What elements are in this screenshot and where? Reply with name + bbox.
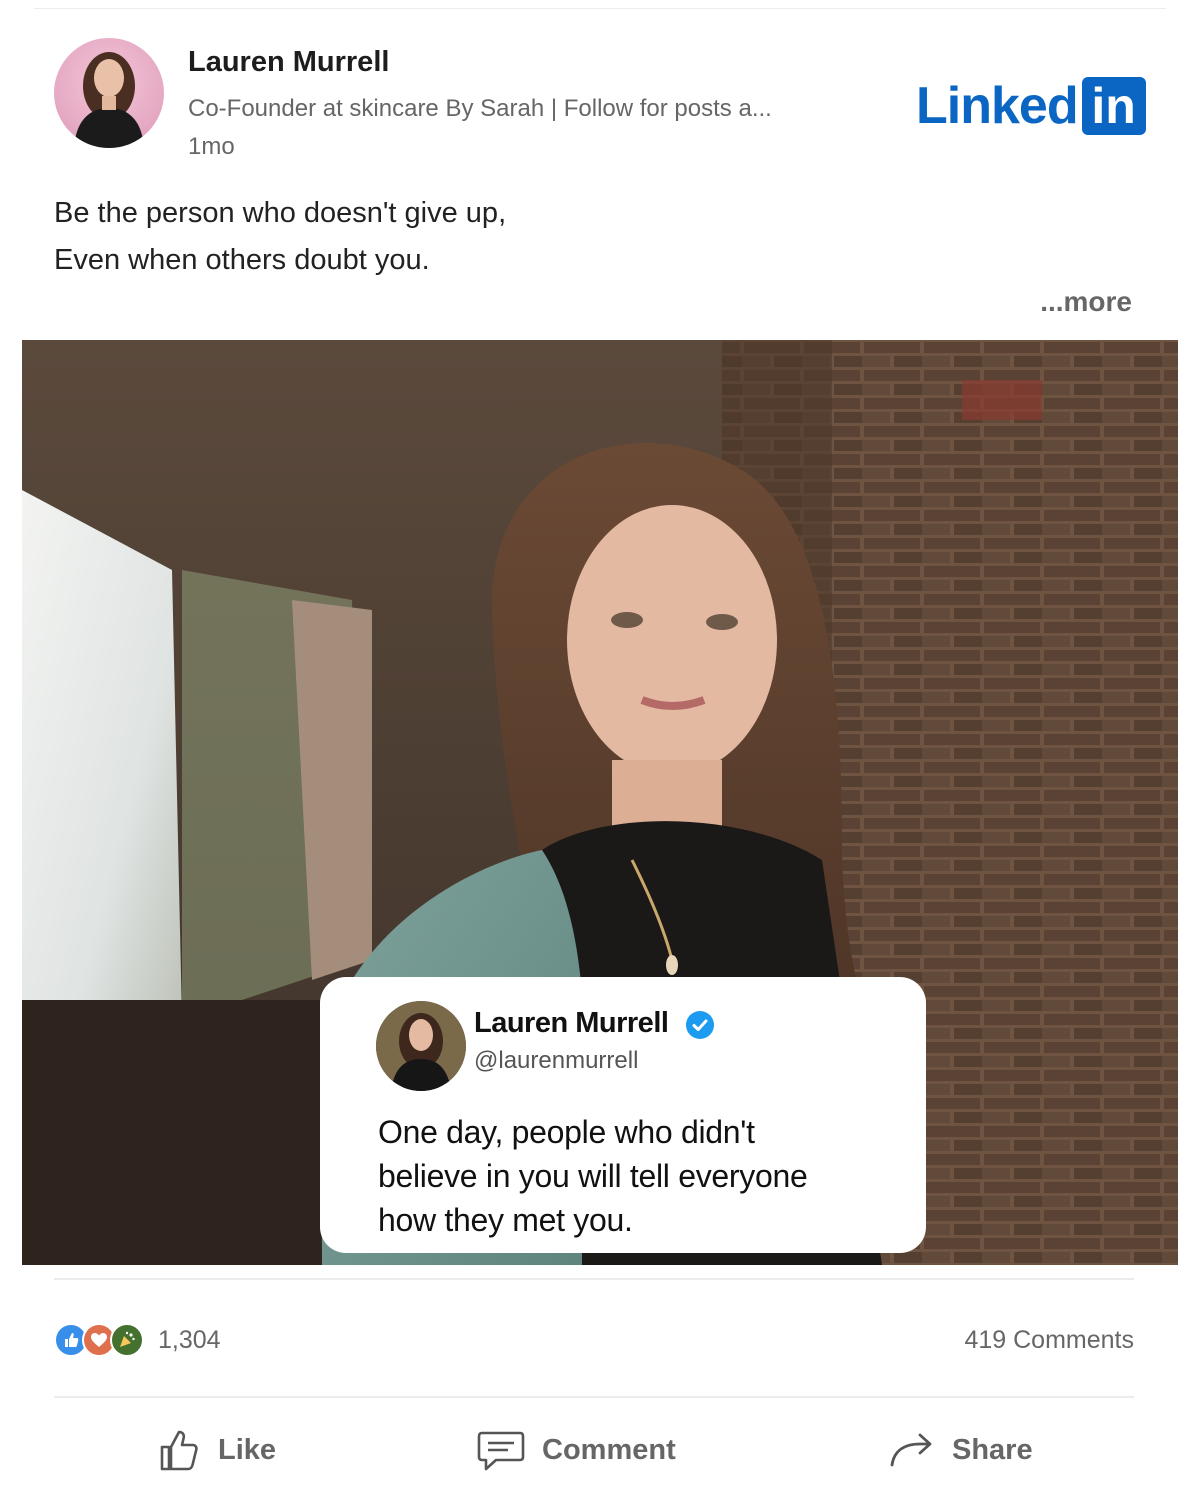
quote-author-name: Lauren Murrell	[474, 1007, 669, 1039]
post-card: Lauren Murrell Co-Founder at skincare By…	[0, 0, 1200, 1500]
thumbs-up-icon	[160, 1430, 198, 1471]
quote-author-handle: @laurenmurrell	[474, 1047, 639, 1074]
comments-count[interactable]: 419 Comments	[964, 1326, 1134, 1355]
linkedin-logo-box: in	[1081, 77, 1146, 135]
reaction-count: 1,304	[158, 1325, 221, 1354]
reactions-summary[interactable]: 1,304	[54, 1322, 221, 1358]
linkedin-logo-word: Linked	[916, 77, 1079, 135]
post-timestamp: 1mo	[188, 133, 235, 160]
top-divider	[34, 8, 1166, 9]
see-more-link[interactable]: ...more	[1040, 286, 1132, 318]
share-label: Share	[952, 1433, 1033, 1466]
verified-badge-icon	[686, 1011, 714, 1039]
quote-text-line: believe in you will tell everyone	[378, 1158, 808, 1194]
comment-icon	[477, 1431, 525, 1471]
quote-avatar	[376, 1001, 466, 1091]
author-avatar[interactable]	[54, 38, 164, 148]
post-text-line: Even when others doubt you.	[54, 244, 430, 276]
comment-label: Comment	[542, 1433, 676, 1466]
divider	[54, 1278, 1134, 1280]
post-image[interactable]: Lauren Murrell @laurenmurrell One day, p…	[22, 340, 1178, 1265]
linkedin-logo: Linked in	[916, 76, 1146, 136]
share-arrow-icon	[890, 1433, 932, 1467]
like-button[interactable]: Like	[156, 1420, 276, 1480]
quote-card: Lauren Murrell @laurenmurrell One day, p…	[320, 977, 926, 1253]
like-label: Like	[218, 1433, 277, 1466]
celebrate-reaction-icon	[110, 1323, 144, 1357]
post-text: Be the person who doesn't give up, Even …	[54, 190, 506, 284]
quote-text-line: One day, people who didn't	[378, 1114, 755, 1150]
author-headline: Co-Founder at skincare By Sarah | Follow…	[188, 95, 772, 122]
quote-text-line: how they met you.	[378, 1202, 633, 1238]
share-button[interactable]: Share	[888, 1420, 1033, 1480]
author-name[interactable]: Lauren Murrell	[188, 46, 389, 79]
comment-button[interactable]: Comment	[476, 1420, 676, 1480]
post-text-line: Be the person who doesn't give up,	[54, 197, 507, 229]
divider	[54, 1396, 1134, 1398]
quote-text: One day, people who didn't believe in yo…	[378, 1110, 898, 1242]
